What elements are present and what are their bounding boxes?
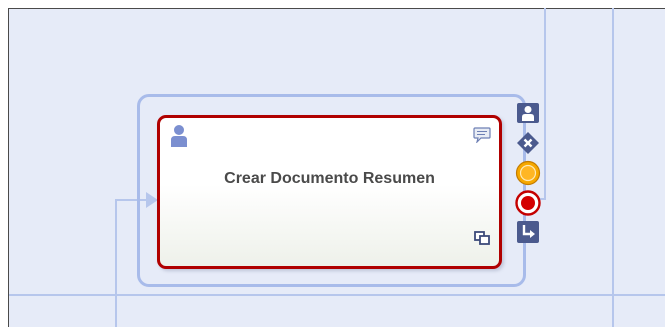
task-title: Crear Documento Resumen [224, 170, 435, 187]
lane-divider-horizontal [9, 294, 665, 296]
end-event-icon[interactable] [515, 190, 541, 216]
intermediate-event-icon[interactable] [515, 160, 541, 186]
add-user-task-icon[interactable] [516, 102, 540, 124]
exclusive-gateway-icon[interactable] [516, 131, 540, 155]
lane-divider-vertical [612, 8, 614, 327]
comment-icon[interactable] [473, 127, 491, 143]
multi-instance-icon[interactable] [474, 231, 490, 245]
connector-icon[interactable] [516, 220, 540, 244]
process-canvas[interactable]: Crear Documento Resumen [0, 0, 665, 327]
sequence-flow-top[interactable] [544, 8, 546, 200]
sequence-flow-in[interactable] [115, 199, 117, 327]
user-task[interactable]: Crear Documento Resumen [157, 115, 502, 269]
user-task-icon [171, 125, 187, 147]
